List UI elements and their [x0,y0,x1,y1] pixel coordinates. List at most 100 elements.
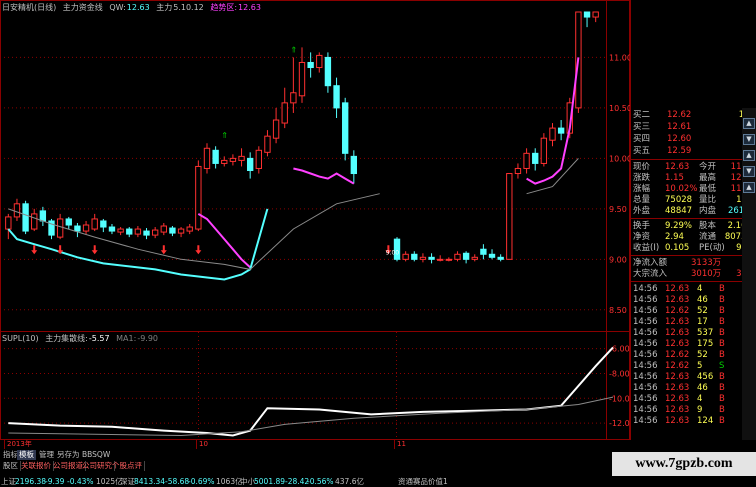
candle [342,97,349,161]
candle [281,87,288,129]
tick-price: 12.62 [665,350,690,360]
flow-label: 净流入额 [633,258,668,268]
price-axis-label: 10.00 [609,154,630,163]
date-label: 2013年 [4,440,32,449]
stat-label: 流通 [699,232,717,242]
stat-value: 9.29% [665,221,693,231]
bid-row: 买三12.6115 [631,122,756,133]
tick-row: 14:56 12.63 46 B [631,295,743,306]
sub-indicator-code: SUPL(10) [2,334,39,343]
zx-change: -28.42 [285,477,310,486]
scroll-arrow-button[interactable]: ▼ [743,166,755,177]
tick-time: 14:56 [633,339,658,349]
stat-value: 0.105 [665,243,690,253]
sub-axis: -6.00-8.00-10.00-12.00 [0,345,630,428]
candle-body [290,92,297,104]
sz-change: -58.68 [165,477,190,486]
tick-row: 14:56 12.63 9 B [631,405,743,416]
tick-side: S [719,361,725,371]
stat-value: 75028 [665,195,693,205]
candle [445,257,453,262]
candle [100,218,107,233]
info-tab[interactable]: 股区 [1,461,21,471]
stat-row: 外盘48847内盘26181 [631,206,756,217]
candle-body [203,147,211,169]
indicator-tab[interactable]: BBSQW [80,450,112,460]
scroll-arrow-button[interactable]: ▲ [743,150,755,161]
sz-label: 深证 [120,477,135,486]
candle-body [22,203,29,232]
info-tab[interactable]: 个股点评 [110,461,145,471]
candle-body [13,203,21,218]
zx-label: 中小 [240,477,255,486]
stat-label: 外盘 [633,206,651,216]
tick-volume: 537 [697,328,714,338]
candle-body [5,216,12,230]
candle-body [480,248,487,255]
candle [5,213,12,240]
tick-volume: 4 [697,394,703,404]
sub-ma-value: -9.90 [137,334,159,343]
candle-body [497,256,504,260]
scroll-arrow-button[interactable]: ▼ [743,134,755,145]
candle-body [255,149,262,169]
scroll-arrow-button[interactable]: ▲ [743,118,755,129]
bid-label: 买五 [633,146,651,156]
candle [480,244,487,260]
candle-body [212,149,219,164]
sub-indicator-name: 主力集散线: [45,334,88,343]
candle [419,253,427,263]
candle-body [100,220,107,228]
candle [108,224,116,235]
chart-area[interactable]: 11.00 10.50 10.00 9.50 9.00 8.50 -6.00 -8.00 -10… [0,0,630,440]
candle [488,249,496,260]
candle-body [238,155,245,161]
candle-body [471,256,478,260]
stat-label: PE(动) [699,243,725,253]
status-right-text: 资通赛品价值1 [398,477,448,486]
info-tab[interactable]: 关联报价 [19,461,54,471]
tick-volume: 46 [697,295,708,305]
candle [523,148,530,174]
tick-price: 12.63 [665,416,690,426]
candle-body [514,167,522,175]
candle-body [169,227,176,234]
candle [39,206,47,227]
candle-body [350,155,358,175]
bid-price: 12.59 [667,146,692,156]
candle [264,130,271,157]
candle [91,213,98,232]
indicator-tab[interactable]: 另存为 [55,450,82,460]
candle-body [186,226,193,232]
candle [134,226,142,238]
tick-row: 14:56 12.62 52 B [631,350,743,361]
indicator-tab[interactable]: 管理 [37,450,56,460]
candle-body [134,228,142,235]
tick-side: B [719,383,725,393]
indicator-tab[interactable]: 模板 [17,450,36,460]
candle-body [549,127,556,141]
panel-separator [631,255,756,256]
tick-side: B [719,306,725,316]
candle [143,228,150,240]
flow-value: 3133万 [691,258,722,268]
candle [169,226,176,237]
flow-row: 净流入额3133万5% [631,258,756,269]
zl-label: 主力 [156,3,173,12]
sub-ma-label: MA1: [116,334,137,343]
tick-time: 14:56 [633,405,658,415]
flow-row: 大宗流入3010万33% [631,269,756,280]
tick-time: 14:56 [633,394,658,404]
sz-percent: -0.69% [188,477,215,486]
candle [592,11,599,23]
candle-body [488,253,496,258]
candle [324,52,332,93]
candle-body [74,225,81,232]
zx-value: 5001.89 [254,477,286,486]
scroll-arrow-button[interactable]: ▲ [743,182,755,193]
buy-arrow-icon [195,245,202,255]
stat-value: 2.94 [665,232,684,242]
candle [402,251,409,262]
kline-chart[interactable]: 11.0010.5010.009.509.008.50-6.00-8.00-10… [0,0,630,440]
candle [290,57,297,113]
